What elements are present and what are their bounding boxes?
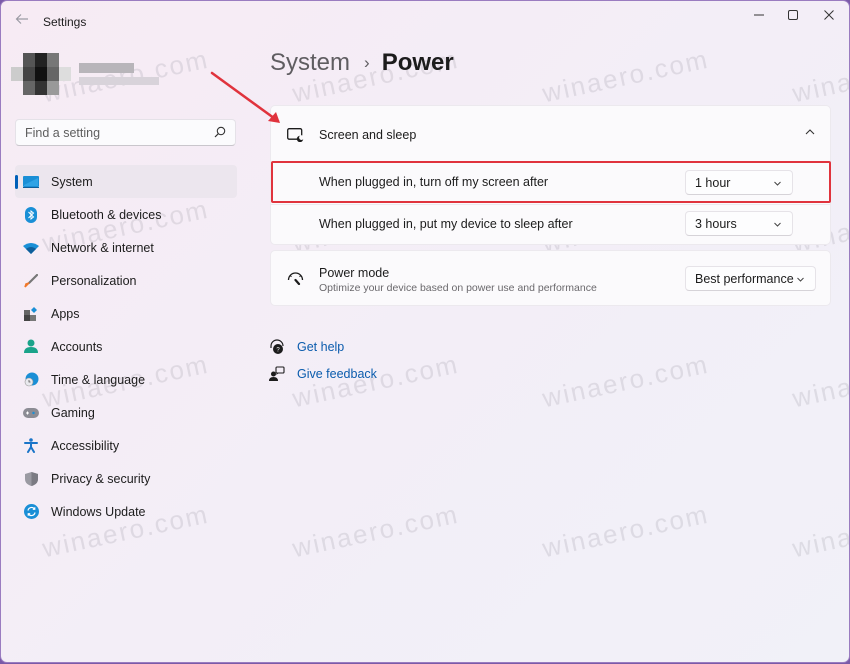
back-button[interactable] [13,12,31,30]
sidebar-item-time-language[interactable]: Time & language [15,363,237,396]
sidebar-item-gaming[interactable]: Gaming [15,396,237,429]
sidebar-item-system[interactable]: System [15,165,237,198]
wifi-icon [23,240,39,256]
close-button[interactable] [811,5,847,25]
user-name-redacted [79,63,134,73]
power-mode-card: Power mode Optimize your device based on… [270,250,831,306]
maximize-icon [788,10,798,20]
sidebar-item-accounts[interactable]: Accounts [15,330,237,363]
watermark: winaero.com [789,43,850,109]
screen-off-label: When plugged in, turn off my screen afte… [319,175,549,189]
give-feedback-text: Give feedback [297,366,377,381]
sidebar-item-bluetooth[interactable]: Bluetooth & devices [15,198,237,231]
get-help-link[interactable]: ? Get help [269,333,377,360]
chevron-down-icon [797,277,804,282]
sidebar-item-label: Apps [51,306,80,321]
power-mode-title: Power mode [319,266,390,280]
chevron-up-icon [805,129,815,135]
gauge-icon [287,272,304,285]
breadcrumb-separator: › [364,53,370,72]
screen-sleep-icon [287,128,304,142]
sidebar-item-network[interactable]: Network & internet [15,231,237,264]
search-icon [214,126,226,138]
breadcrumb: System › Power [270,49,454,77]
breadcrumb-parent[interactable]: System [270,49,350,77]
sidebar-item-label: Privacy & security [51,471,151,486]
sleep-dropdown[interactable]: 3 hours [685,211,793,236]
watermark: winaero.com [289,498,462,564]
search-input[interactable]: Find a setting [15,119,236,146]
search-placeholder: Find a setting [25,126,101,140]
accessibility-icon [23,438,39,454]
gamepad-icon [23,405,39,421]
screen-and-sleep-header[interactable]: Screen and sleep [271,106,830,162]
arrow-left-icon [15,14,28,24]
watermark: winaero.com [539,498,712,564]
chevron-down-icon [774,222,781,227]
feedback-icon [269,365,285,381]
screen-and-sleep-card: Screen and sleep When plugged in, turn o… [270,105,831,245]
shield-icon [23,471,39,487]
minimize-icon [754,14,764,16]
sidebar-item-label: Network & internet [51,240,154,255]
sleep-row: When plugged in, put my device to sleep … [271,204,830,246]
sidebar-item-label: Gaming [51,405,95,420]
screen-off-value: 1 hour [695,176,731,190]
sidebar-item-label: Personalization [51,273,137,288]
sidebar-item-label: Accessibility [51,438,120,453]
sidebar-item-label: Bluetooth & devices [51,207,162,222]
apps-icon [23,306,39,322]
app-title: Settings [43,15,87,29]
settings-window: winaero.com winaero.com winaero.com wina… [0,0,850,663]
sleep-value: 3 hours [695,217,737,231]
globe-clock-icon [23,372,39,388]
person-icon [23,339,39,355]
sidebar-item-apps[interactable]: Apps [15,297,237,330]
maximize-button[interactable] [775,5,811,25]
chevron-down-icon [774,181,781,186]
sidebar-item-accessibility[interactable]: Accessibility [15,429,237,462]
get-help-text: Get help [297,339,345,354]
close-icon [824,10,834,20]
sidebar-item-label: Time & language [51,372,146,387]
monitor-icon [23,174,39,190]
help-icon: ? [270,338,284,354]
bluetooth-icon [23,206,39,223]
screen-off-row: When plugged in, turn off my screen afte… [271,162,830,204]
minimize-button[interactable] [741,5,777,25]
power-mode-dropdown[interactable]: Best performance [685,266,816,291]
sidebar-item-personalization[interactable]: Personalization [15,264,237,297]
watermark: winaero.com [539,43,712,109]
brush-icon [23,273,39,289]
sleep-label: When plugged in, put my device to sleep … [319,217,573,231]
sidebar-nav: System Bluetooth & devices Network & int… [15,165,237,528]
give-feedback-link[interactable]: Give feedback [269,360,377,387]
sidebar-item-label: Windows Update [51,504,146,519]
sidebar-item-label: Accounts [51,339,103,354]
update-icon [23,504,39,520]
sidebar-item-label: System [51,174,93,189]
power-mode-value: Best performance [695,272,794,286]
watermark: winaero.com [789,348,850,414]
title-bar: Settings [1,1,849,41]
watermark: winaero.com [539,348,712,414]
sidebar-item-windows-update[interactable]: Windows Update [15,495,237,528]
screen-off-dropdown[interactable]: 1 hour [685,170,793,195]
user-profile[interactable] [11,43,161,103]
help-links: ? Get help Give feedback [269,333,377,387]
screen-and-sleep-title: Screen and sleep [319,128,417,142]
avatar [11,43,71,103]
user-email-redacted [79,77,159,85]
watermark: winaero.com [789,498,850,564]
power-mode-description: Optimize your device based on power use … [319,282,597,294]
sidebar-item-privacy[interactable]: Privacy & security [15,462,237,495]
page-title: Power [381,49,454,76]
